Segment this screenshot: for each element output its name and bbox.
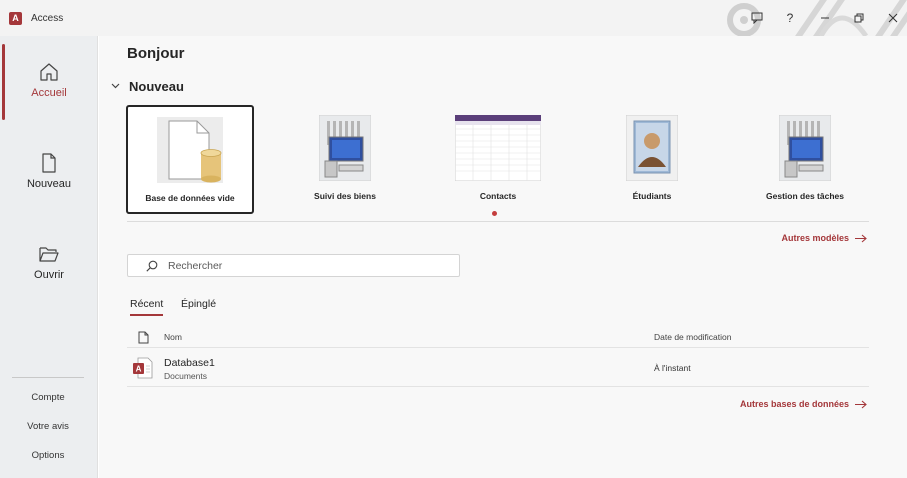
sidebar: Accueil Nouveau Ouvrir Compte Votre avis… [0,36,98,478]
template-label: Contacts [479,191,517,201]
title-bar: A Access ? [0,0,907,36]
search-icon [146,260,158,272]
sidebar-item-label: Nouveau [26,178,72,190]
file-list-header: Nom Date de modification [127,328,869,348]
search-input[interactable] [168,259,428,272]
section-title: Nouveau [129,79,184,94]
new-section-toggle[interactable]: Nouveau [111,79,184,94]
more-databases-link[interactable]: Autres bases de données [740,399,867,409]
computer-asset-icon [319,115,371,181]
tab-recent[interactable]: Récent [130,298,164,316]
template-label: Étudiants [632,191,672,201]
more-databases-label: Autres bases de données [739,399,849,409]
app-title: Access [31,13,64,24]
templates-divider [127,221,869,222]
template-label: Base de données vide [145,193,235,203]
arrow-right-icon [855,234,867,242]
help-icon[interactable]: ? [778,6,802,30]
template-label: Gestion des tâches [766,191,844,201]
folder-open-icon [39,247,59,262]
file-type-icon [138,331,149,344]
search-box[interactable] [127,254,460,277]
new-document-icon [42,153,56,173]
column-header-modified[interactable]: Date de modification [654,332,732,342]
chevron-down-icon [111,81,121,93]
tab-pinned[interactable]: Épinglé [181,298,216,314]
sidebar-item-label: Ouvrir [34,269,64,281]
close-icon[interactable] [881,6,905,30]
file-modified-date: À l'instant [654,363,691,373]
sidebar-item-account[interactable]: Compte [0,392,96,403]
template-label: Suivi des biens [314,191,376,201]
column-header-name[interactable]: Nom [164,332,182,342]
sidebar-divider [12,377,84,378]
sidebar-item-open[interactable]: Ouvrir [6,243,92,281]
sidebar-item-options[interactable]: Options [0,450,96,461]
feedback-icon[interactable] [745,6,769,30]
svg-text:A: A [136,365,142,374]
pinned-indicator-dot [492,211,497,216]
sidebar-item-home[interactable]: Accueil [6,61,92,99]
main-content: Bonjour Nouveau Base de données vide Sui… [99,36,907,478]
student-contact-icon [626,115,678,181]
access-app-icon: A [9,12,22,25]
active-nav-indicator [2,44,5,120]
template-task-management[interactable]: Gestion des tâches [741,105,869,214]
template-students[interactable]: Étudiants [588,105,716,214]
contacts-table-icon [455,115,541,181]
sidebar-item-label: Accueil [31,87,67,99]
file-name: Database1 [164,357,215,369]
more-templates-label: Autres modèles [781,233,849,243]
more-templates-link[interactable]: Autres modèles [781,233,867,243]
template-contacts[interactable]: Contacts [434,105,562,214]
sidebar-item-new[interactable]: Nouveau [6,152,92,190]
file-location: Documents [164,371,207,381]
blank-database-icon [157,117,223,183]
template-blank-database[interactable]: Base de données vide [126,105,254,214]
table-row[interactable]: A Database1 Documents À l'instant [127,349,869,387]
access-file-icon: A [133,357,153,379]
computer-task-icon [779,115,831,181]
page-title: Bonjour [127,45,185,62]
sidebar-item-feedback[interactable]: Votre avis [0,421,96,432]
restore-icon[interactable] [847,6,871,30]
arrow-right-icon [855,400,867,408]
home-icon [40,63,58,81]
minimize-icon[interactable] [813,6,837,30]
template-asset-tracking[interactable]: Suivi des biens [281,105,409,214]
